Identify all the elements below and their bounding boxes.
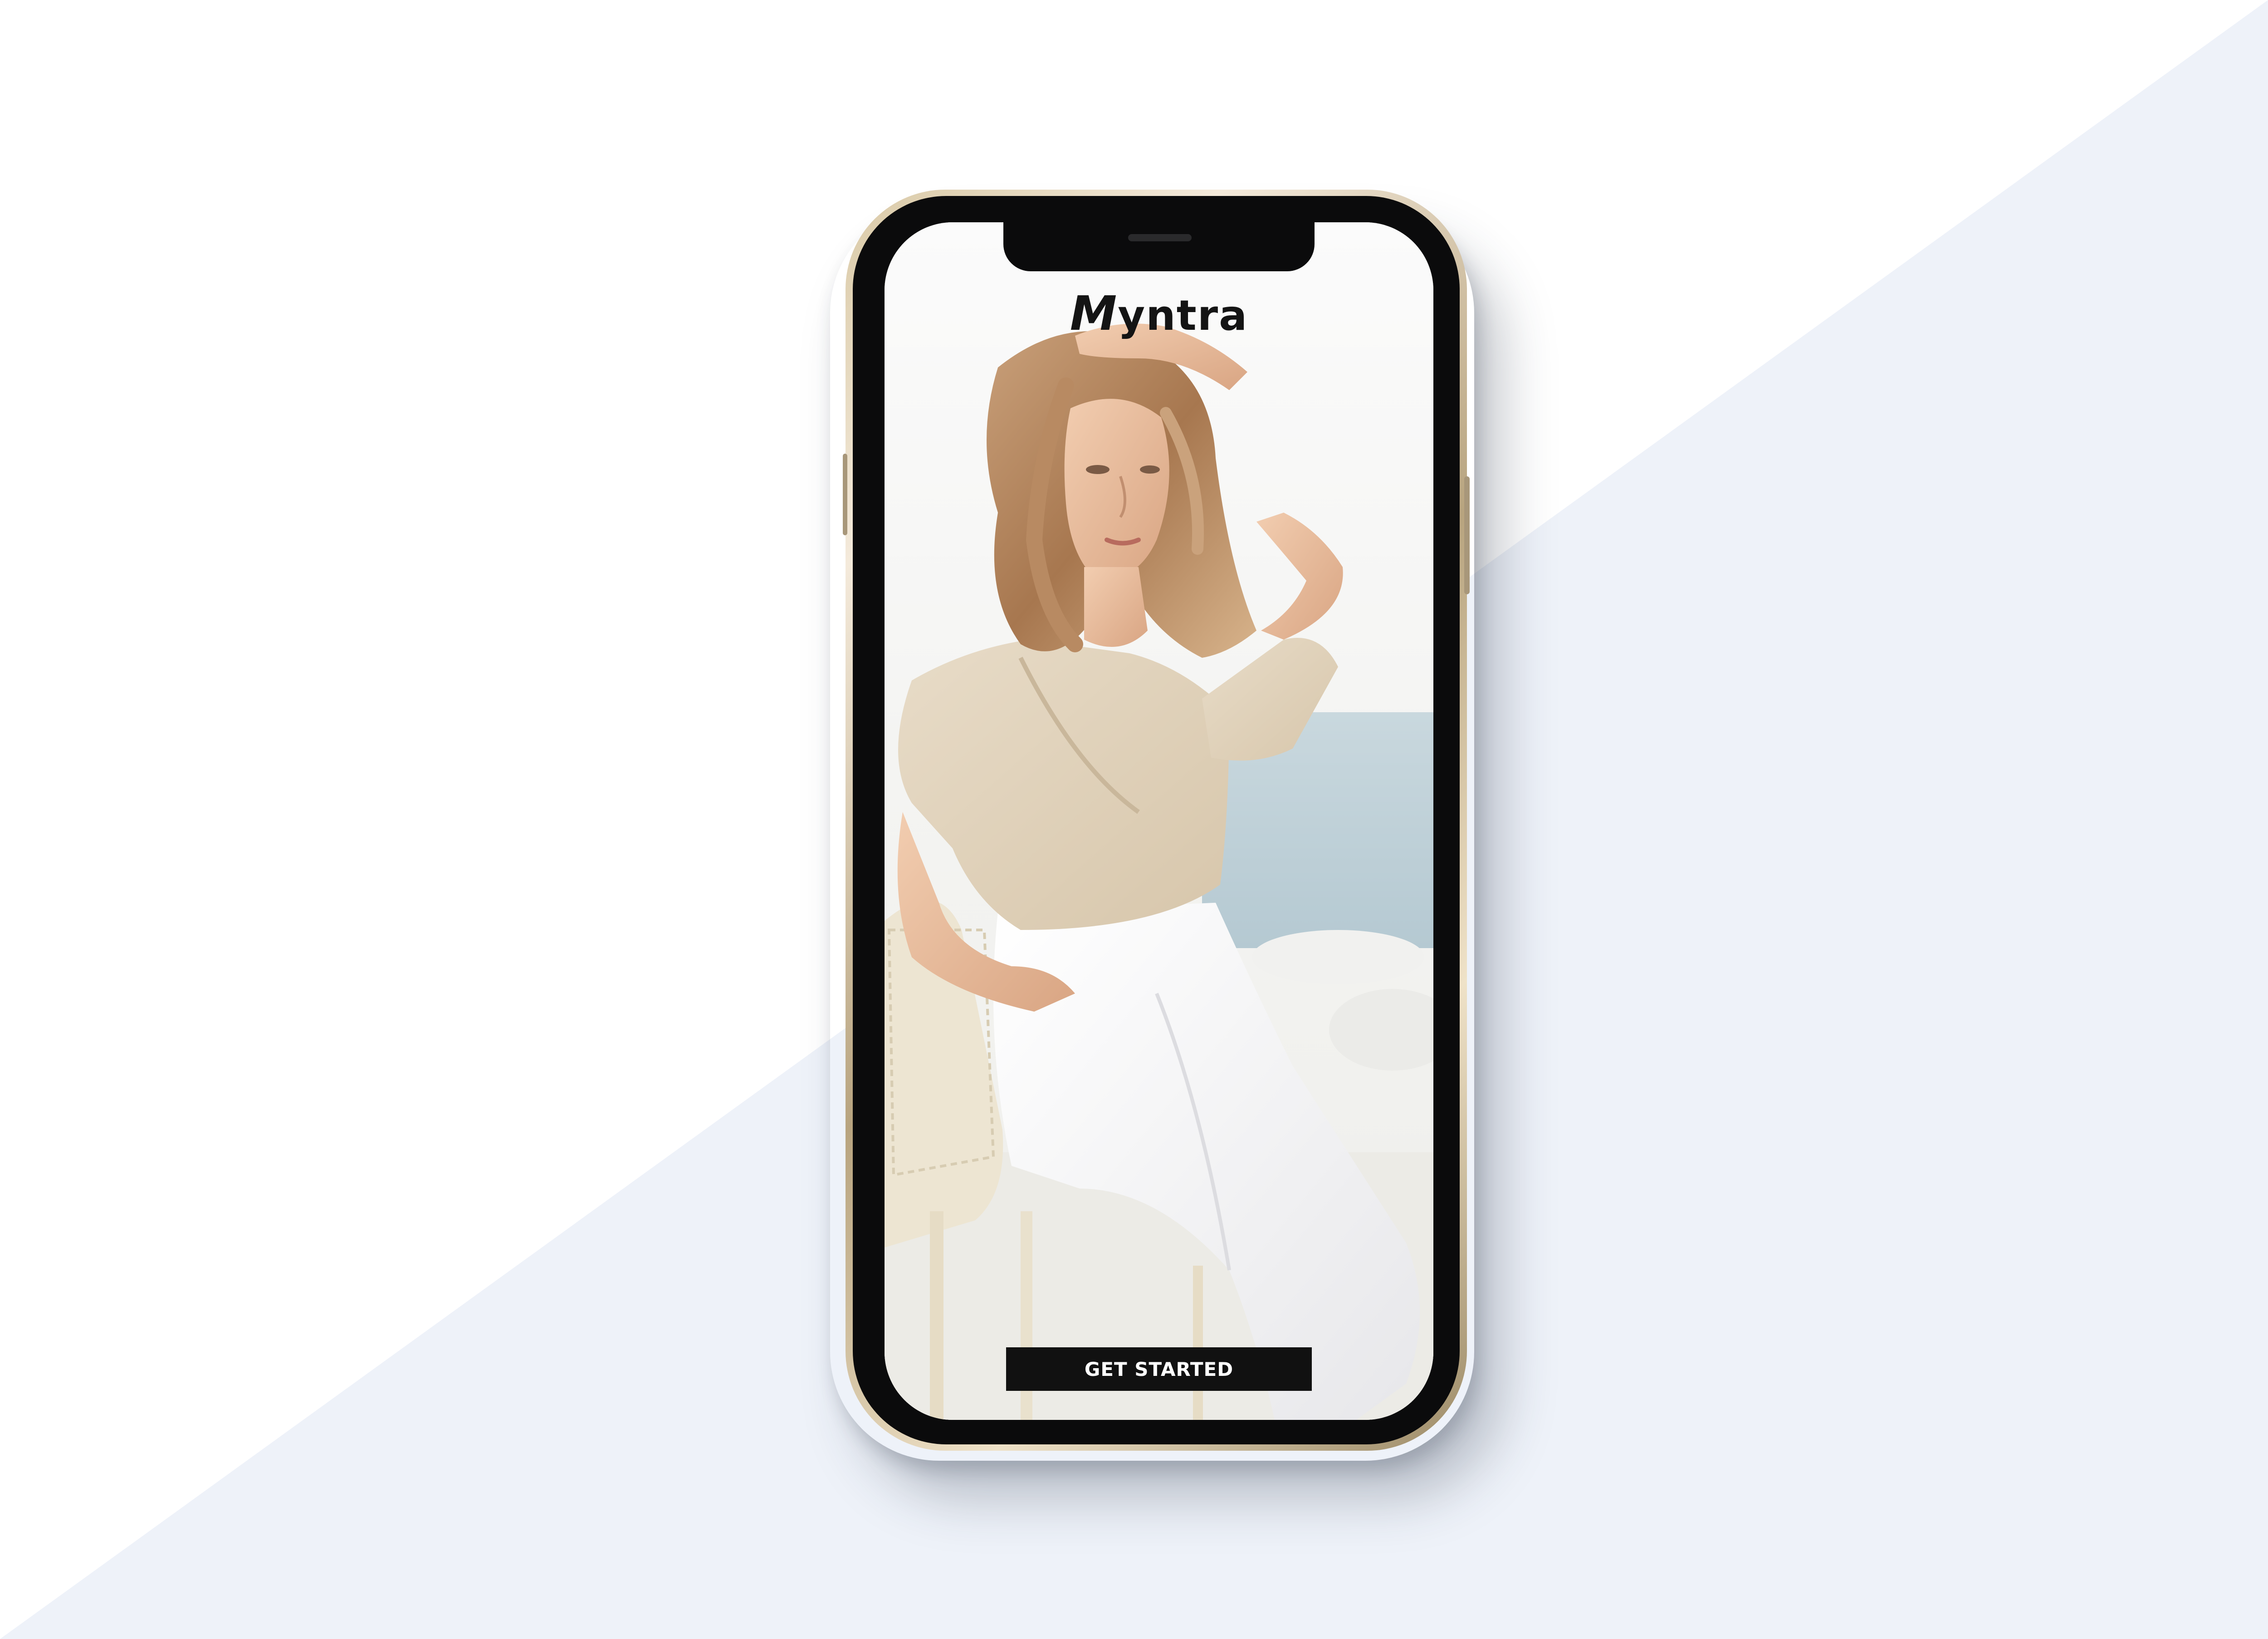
phone-volume-button [843,454,847,535]
phone-notch [1003,222,1315,271]
logo-first-letter: M [1070,286,1118,341]
get-started-button[interactable]: GET STARTED [1006,1347,1312,1391]
phone-side-button [1464,476,1470,594]
phone-screen: Myntra GET STARTED [885,222,1433,1420]
earpiece-speaker [1128,234,1192,241]
hero-photo [885,222,1433,1420]
app-logo: Myntra [885,286,1433,341]
logo-rest: yntra [1118,291,1248,340]
